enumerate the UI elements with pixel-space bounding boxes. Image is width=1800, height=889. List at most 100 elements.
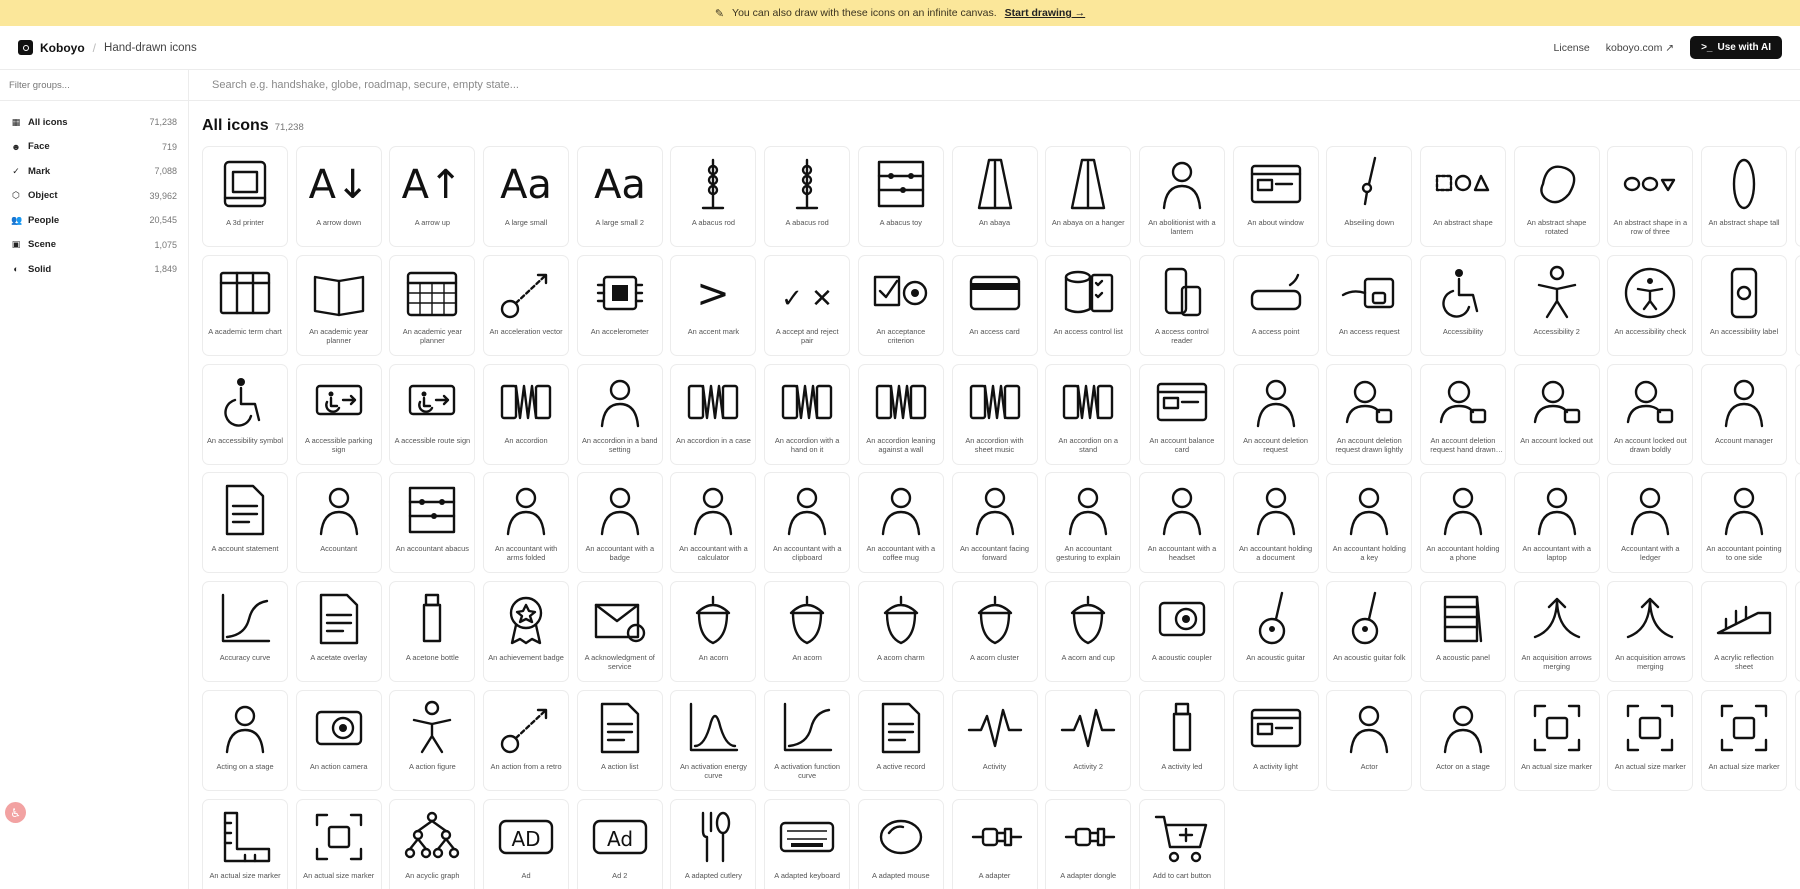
icon-card[interactable]: Accessibility 2 (1513, 254, 1600, 356)
icon-card[interactable]: A accreditation desk (1794, 472, 1800, 574)
icon-card[interactable]: A acorn cluster (951, 581, 1038, 683)
icon-card[interactable]: A adapted cutlery (670, 798, 757, 889)
icon-card[interactable]: An account deletion request drawn lightl… (1326, 363, 1413, 465)
icon-card[interactable]: A accessible route sign (389, 363, 476, 465)
icon-card[interactable]: Activity 2 (1045, 689, 1132, 791)
icon-card[interactable]: An abstract syntax tree (1794, 146, 1800, 247)
icon-card[interactable]: An accountant holding a key (1326, 472, 1413, 574)
icon-card[interactable]: A acoustic panel (1419, 581, 1506, 683)
icon-card[interactable]: An acoustic guitar folk (1326, 581, 1413, 683)
sidebar-group-solid[interactable]: ◐ Solid 1,849 (0, 257, 188, 282)
sidebar-group-object[interactable]: ⬡ Object 39,962 (0, 184, 188, 209)
icon-card[interactable]: An account locked out drawn boldly (1607, 363, 1694, 465)
icon-card[interactable]: An actual size marker (1794, 689, 1800, 791)
filter-groups-input[interactable]: Filter groups... (0, 70, 188, 101)
icon-card[interactable]: A acrylic tube (1794, 581, 1800, 683)
icon-card[interactable]: A activity led (1138, 689, 1225, 791)
site-link[interactable]: koboyo.com ↗ (1606, 42, 1674, 54)
icon-card[interactable]: An accessibility symbol (202, 363, 288, 465)
icon-card[interactable]: Accessibility (1419, 254, 1506, 356)
icon-card[interactable]: A acrylic reflection sheet (1701, 581, 1787, 683)
icon-card[interactable]: Accountant (295, 472, 382, 574)
icon-card[interactable]: An actual size marker (1701, 689, 1787, 791)
icon-card[interactable]: An accountant with a coffee mug (857, 472, 944, 574)
icon-card[interactable]: An account balance card (1138, 363, 1225, 465)
icon-card[interactable]: An accountant abacus (389, 472, 476, 574)
icon-card[interactable]: A acknowledgment of service (576, 581, 663, 683)
icon-card[interactable]: A adapted mouse (857, 798, 944, 889)
icon-card[interactable]: Accuracy curve (202, 581, 288, 683)
icon-card[interactable]: An accountant with a clipboard (764, 472, 851, 574)
icon-card[interactable]: A abacus toy (857, 146, 944, 247)
icon-card[interactable]: An achievement badge (483, 581, 570, 683)
start-drawing-link[interactable]: Start drawing → (1005, 7, 1086, 19)
icon-card[interactable]: A activity light (1232, 689, 1319, 791)
use-with-ai-button[interactable]: >_ Use with AI (1690, 36, 1782, 59)
icon-card[interactable]: An accountant facing forward (951, 472, 1038, 574)
license-link[interactable]: License (1554, 42, 1590, 54)
icon-card[interactable]: An accountant holding a document (1232, 472, 1319, 574)
icon-card[interactable]: An accordion (483, 363, 570, 465)
icon-card[interactable]: A accessible parking sign (295, 363, 382, 465)
icon-card[interactable]: An accountant holding a phone (1419, 472, 1506, 574)
icon-card[interactable]: An acceptance criterion (857, 254, 944, 356)
icon-card[interactable]: An accordion in a case (670, 363, 757, 465)
icon-card[interactable]: An access card (951, 254, 1038, 356)
sidebar-group-all-icons[interactable]: ▦ All icons 71,238 (0, 110, 188, 135)
icon-card[interactable]: Ad Ad 2 (576, 798, 663, 889)
icon-card[interactable]: An activation energy curve (670, 689, 757, 791)
icon-card[interactable]: > An accent mark (670, 254, 757, 356)
icon-card[interactable]: An abaya on a hanger (1045, 146, 1132, 247)
icon-card[interactable]: A 3d printer (202, 146, 288, 247)
icon-card[interactable]: An abstract shape in a row of three (1607, 146, 1694, 247)
icon-card[interactable]: An acquisition arrows merging (1513, 581, 1600, 683)
icon-card[interactable]: An accordion with sheet music (951, 363, 1038, 465)
icon-card[interactable]: A activation function curve (764, 689, 851, 791)
icon-card[interactable]: A academic term chart (202, 254, 288, 356)
icon-card[interactable]: An actual size marker (1513, 689, 1600, 791)
icon-card[interactable]: Activity (951, 689, 1038, 791)
icon-card[interactable]: An about window (1232, 146, 1319, 247)
icon-card[interactable]: An accordion on a stand (1045, 363, 1132, 465)
icon-card[interactable]: An accountant with a badge (576, 472, 663, 574)
icon-card[interactable]: An accountant with a laptop (1513, 472, 1600, 574)
icon-card[interactable]: An acyclic graph (389, 798, 476, 889)
icon-card[interactable]: Abseiling down (1326, 146, 1413, 247)
icon-card[interactable]: A acetate overlay (295, 581, 382, 683)
icon-card[interactable]: An acquisition arrows merging (1607, 581, 1694, 683)
icon-card[interactable]: An accountant pointing to one side (1701, 472, 1787, 574)
icon-card[interactable]: An accessibility label (1701, 254, 1787, 356)
icon-card[interactable]: A acetone bottle (389, 581, 476, 683)
icon-card[interactable]: An action from a retro (483, 689, 570, 791)
icon-card[interactable]: An account deletion request (1232, 363, 1319, 465)
icon-card[interactable]: An account deletion request hand drawn b… (1419, 363, 1506, 465)
icon-card[interactable]: Aa A large small 2 (576, 146, 663, 247)
icon-card[interactable]: An abstract shape (1419, 146, 1506, 247)
icon-card[interactable]: A acorn charm (857, 581, 944, 683)
koboyo-logo-icon[interactable] (18, 40, 33, 55)
icon-card[interactable]: An action camera (295, 689, 382, 791)
accessibility-fab-icon[interactable]: ♿ (5, 802, 26, 823)
sidebar-group-face[interactable]: ☻ Face 719 (0, 135, 188, 160)
icon-card[interactable]: A access control reader (1138, 254, 1225, 356)
icon-card[interactable]: An actual size marker (295, 798, 382, 889)
icon-card[interactable]: An abstract shape tall (1701, 146, 1787, 247)
icon-card[interactable]: A acoustic coupler (1138, 581, 1225, 683)
icon-card[interactable]: An accessibility check (1607, 254, 1694, 356)
sidebar-group-people[interactable]: 👥 People 20,545 (0, 208, 188, 233)
icon-card[interactable]: An actual size marker (202, 798, 288, 889)
icon-card[interactable]: A action figure (389, 689, 476, 791)
sidebar-group-scene[interactable]: ▣ Scene 1,075 (0, 233, 188, 258)
icon-card[interactable]: A adapter (951, 798, 1038, 889)
icon-card[interactable]: AD Ad (483, 798, 570, 889)
icon-card[interactable]: A account statement (202, 472, 288, 574)
icon-card[interactable]: An accountant with a calculator (670, 472, 757, 574)
icon-card[interactable]: An academic year planner (295, 254, 382, 356)
brand-name[interactable]: Koboyo (40, 41, 85, 55)
icon-card[interactable]: An acoustic guitar (1232, 581, 1319, 683)
icon-card[interactable]: A abacus rod (764, 146, 851, 247)
icon-card[interactable]: Actor on a stage (1419, 689, 1506, 791)
icon-card[interactable]: An access request (1326, 254, 1413, 356)
icon-card[interactable]: An access control list (1045, 254, 1132, 356)
icon-card[interactable]: A↑ A arrow up (389, 146, 476, 247)
